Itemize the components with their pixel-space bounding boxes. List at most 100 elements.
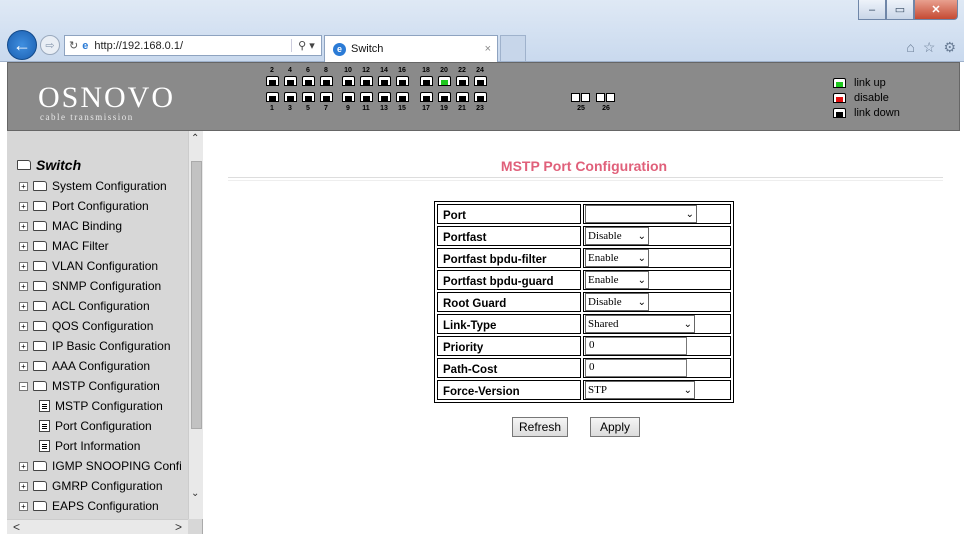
sidebar-item[interactable]: MSTP Configuration: [39, 396, 163, 416]
sidebar-item[interactable]: + SNMP Configuration: [19, 276, 161, 296]
expand-icon[interactable]: +: [19, 261, 28, 271]
scroll-up-icon[interactable]: ⌃: [191, 133, 199, 144]
home-icon[interactable]: ⌂: [906, 39, 914, 56]
close-window-button[interactable]: ✕: [914, 0, 958, 20]
tree-root[interactable]: Switch: [17, 157, 81, 173]
port-1-icon[interactable]: [266, 92, 279, 102]
sidebar-item[interactable]: + IGMP SNOOPING Confi: [19, 456, 182, 476]
port-22-icon[interactable]: [456, 76, 469, 86]
address-bar[interactable]: ↻ e http://192.168.0.1/ ⚲ ▾: [64, 35, 322, 56]
expand-icon[interactable]: +: [19, 301, 28, 311]
field-select[interactable]: Shared ⌄: [585, 315, 695, 333]
sidebar-item-label: AAA Configuration: [52, 359, 151, 373]
close-tab-icon[interactable]: ×: [485, 43, 491, 55]
field-label: Root Guard: [437, 292, 581, 312]
search-icon[interactable]: ⚲ ▾: [291, 39, 321, 52]
sidebar-item[interactable]: + VLAN Configuration: [19, 256, 158, 276]
expand-icon[interactable]: +: [19, 201, 28, 211]
port-label-7: 7: [324, 105, 328, 112]
field-select[interactable]: Enable ⌄: [585, 271, 649, 289]
scroll-right-icon[interactable]: >: [175, 520, 182, 534]
restore-button[interactable]: ▭: [886, 0, 914, 20]
port-23-icon[interactable]: [474, 92, 487, 102]
settings-gear-icon[interactable]: ⚙: [943, 39, 956, 56]
field-select[interactable]: Enable ⌄: [585, 249, 649, 267]
sidebar-item[interactable]: + EAPS Configuration: [19, 496, 159, 516]
sidebar-item[interactable]: + IP Basic Configuration: [19, 336, 171, 356]
port-3-icon[interactable]: [284, 92, 297, 102]
sidebar-horizontal-scrollbar[interactable]: < >: [7, 519, 188, 534]
sidebar-item[interactable]: + ACL Configuration: [19, 296, 150, 316]
sidebar-item[interactable]: Port Information: [39, 436, 140, 456]
url-text[interactable]: http://192.168.0.1/: [94, 40, 183, 52]
folder-icon: [33, 261, 47, 271]
port-7-icon[interactable]: [320, 92, 333, 102]
field-select[interactable]: ⌄: [585, 205, 697, 223]
fiber-port-25-icon[interactable]: [571, 93, 580, 102]
sidebar-tree: Switch + System Configuration + Port Config…: [7, 131, 203, 534]
field-input[interactable]: 0: [585, 337, 687, 355]
port-12-icon[interactable]: [360, 76, 373, 86]
port-label-11: 11: [362, 105, 370, 112]
fiber-port-26-icon[interactable]: [606, 93, 615, 102]
sidebar-item[interactable]: + MAC Binding: [19, 216, 122, 236]
sidebar-item[interactable]: + System Configuration: [19, 176, 167, 196]
port-15-icon[interactable]: [396, 92, 409, 102]
expand-icon[interactable]: +: [19, 241, 28, 251]
port-5-icon[interactable]: [302, 92, 315, 102]
fiber-port-26-icon[interactable]: [596, 93, 605, 102]
port-11-icon[interactable]: [360, 92, 373, 102]
port-17-icon[interactable]: [420, 92, 433, 102]
scroll-left-icon[interactable]: <: [13, 520, 20, 534]
field-select[interactable]: Disable ⌄: [585, 293, 649, 311]
expand-icon[interactable]: +: [19, 481, 28, 491]
field-input[interactable]: 0: [585, 359, 687, 377]
fiber-port-25-icon[interactable]: [581, 93, 590, 102]
port-20-icon[interactable]: [438, 76, 451, 86]
collapse-icon[interactable]: −: [19, 381, 28, 391]
port-13-icon[interactable]: [378, 92, 391, 102]
sidebar-item[interactable]: + MAC Filter: [19, 236, 109, 256]
refresh-icon[interactable]: ↻: [69, 39, 78, 52]
expand-icon[interactable]: +: [19, 501, 28, 511]
port-21-icon[interactable]: [456, 92, 469, 102]
expand-icon[interactable]: +: [19, 181, 28, 191]
sidebar-item[interactable]: + GMRP Configuration: [19, 476, 163, 496]
apply-button[interactable]: Apply: [590, 417, 640, 437]
field-label: Link-Type: [437, 314, 581, 334]
expand-icon[interactable]: +: [19, 321, 28, 331]
browser-tab[interactable]: e Switch ×: [324, 35, 498, 62]
sidebar-item[interactable]: + Port Configuration: [19, 196, 149, 216]
port-8-icon[interactable]: [320, 76, 333, 86]
minimize-button[interactable]: –: [858, 0, 886, 20]
field-select[interactable]: STP ⌄: [585, 381, 695, 399]
port-24-icon[interactable]: [474, 76, 487, 86]
expand-icon[interactable]: +: [19, 281, 28, 291]
back-button[interactable]: ←: [7, 30, 37, 60]
port-14-icon[interactable]: [378, 76, 391, 86]
port-4-icon[interactable]: [284, 76, 297, 86]
sidebar-item[interactable]: − MSTP Configuration: [19, 376, 160, 396]
expand-icon[interactable]: +: [19, 361, 28, 371]
favorites-star-icon[interactable]: ☆: [923, 39, 936, 56]
port-16-icon[interactable]: [396, 76, 409, 86]
port-6-icon[interactable]: [302, 76, 315, 86]
scroll-down-icon[interactable]: ⌄: [191, 488, 199, 499]
port-9-icon[interactable]: [342, 92, 355, 102]
port-2-icon[interactable]: [266, 76, 279, 86]
expand-icon[interactable]: +: [19, 341, 28, 351]
port-10-icon[interactable]: [342, 76, 355, 86]
forward-button[interactable]: ⇨: [40, 35, 60, 55]
port-18-icon[interactable]: [420, 76, 433, 86]
field-select[interactable]: Disable ⌄: [585, 227, 649, 245]
sidebar-vertical-scrollbar[interactable]: ⌃ ⌄: [188, 131, 203, 519]
scrollbar-thumb[interactable]: [191, 161, 202, 429]
new-tab-button[interactable]: [500, 35, 526, 62]
expand-icon[interactable]: +: [19, 461, 28, 471]
sidebar-item[interactable]: + AAA Configuration: [19, 356, 150, 376]
refresh-button[interactable]: Refresh: [512, 417, 568, 437]
expand-icon[interactable]: +: [19, 221, 28, 231]
sidebar-item[interactable]: Port Configuration: [39, 416, 152, 436]
sidebar-item[interactable]: + QOS Configuration: [19, 316, 153, 336]
port-19-icon[interactable]: [438, 92, 451, 102]
